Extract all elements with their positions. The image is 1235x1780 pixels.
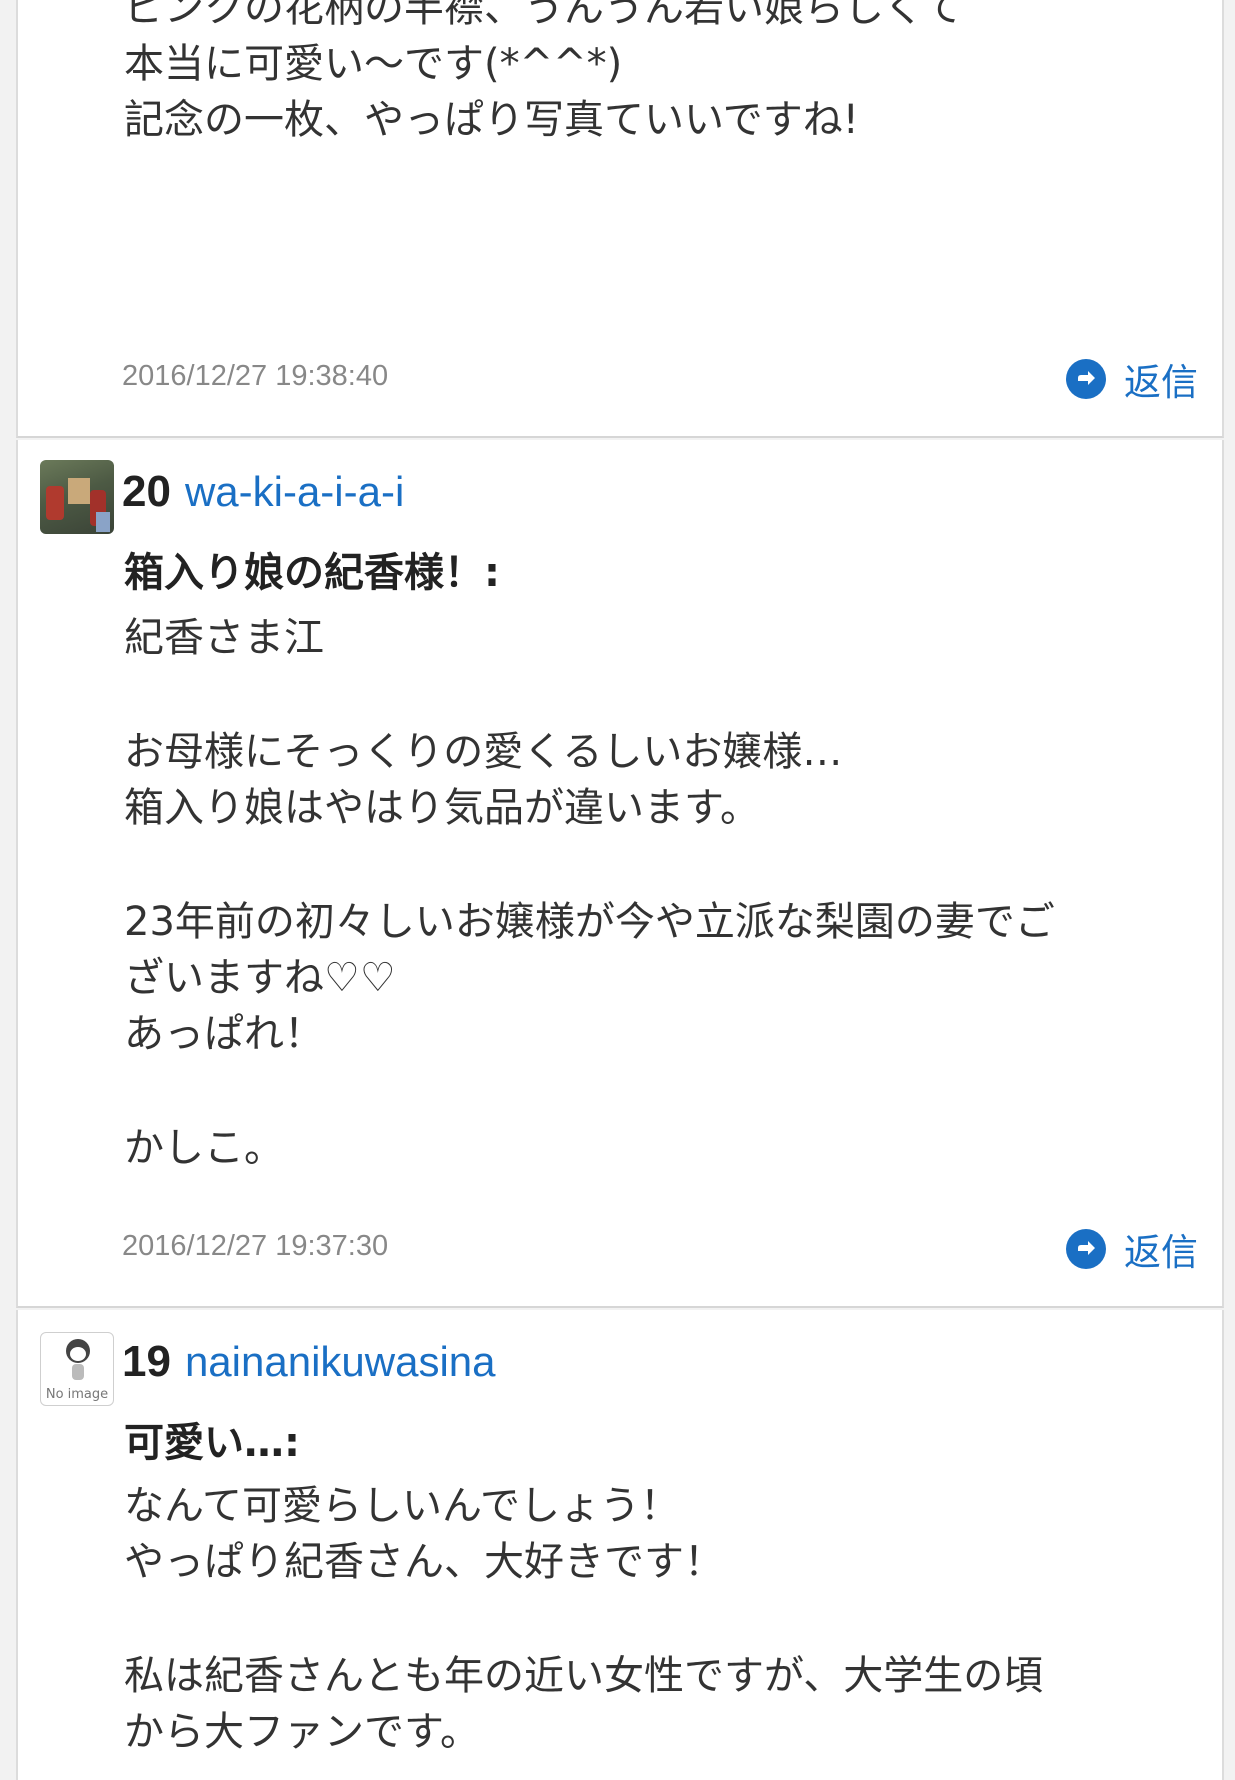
comment-timestamp: 2016/12/27 19:38:40 (122, 360, 389, 392)
comment-subject: 可愛い…: (124, 1420, 300, 1466)
comment-body-line: 箱入り娘はやはり気品が違います。 (124, 785, 760, 831)
reply-label: 返信 (1124, 361, 1198, 404)
comment-body-line: かしこ。 (124, 1125, 284, 1171)
comment-card: ピンクの花柄の半襟、うんうん若い娘らしくて 本当に可愛い〜です(*^^*) 記念… (16, 0, 1224, 438)
comment-card: No image 19 nainanikuwasina 可愛い…: なんて可愛ら… (16, 1310, 1224, 1780)
username-link[interactable]: wa-ki-a-i-a-i (185, 468, 404, 516)
comment-body-line: 私は紀香さんとも年の近い女性ですが、大学生の頃 (124, 1653, 1044, 1699)
comment-body-line: あっぱれ！ (124, 1011, 324, 1057)
comment-body-line: 記念の一枚、やっぱり写真ていいですね! (124, 97, 859, 143)
arrow-circle-right-icon (1066, 1229, 1106, 1269)
comment-body-line: お母様にそっくりの愛くるしいお嬢様… (124, 729, 843, 775)
no-image-caption: No image (45, 1387, 109, 1402)
user-avatar[interactable]: No image (40, 1332, 114, 1406)
comment-body-line: ピンクの花柄の半襟、うんうん若い娘らしくて (124, 0, 963, 31)
comment-body-line: 紀香さま江 (124, 615, 324, 661)
reply-button[interactable]: 返信 (1066, 352, 1198, 406)
comment-body-line: から大ファンです。 (124, 1709, 480, 1755)
comment-body-line: ざいますね♡♡ (124, 955, 396, 1001)
comment-timestamp: 2016/12/27 19:37:30 (122, 1230, 389, 1262)
comment-number: 19 (122, 1337, 171, 1386)
arrow-circle-right-icon (1066, 359, 1106, 399)
reply-label: 返信 (1124, 1231, 1198, 1274)
comment-card: 20 wa-ki-a-i-a-i 箱入り娘の紀香様！: 紀香さま江 お母様にそっ… (16, 440, 1224, 1308)
comment-subject: 箱入り娘の紀香様！: (124, 550, 500, 596)
comment-body-line: 23年前の初々しいお嬢様が今や立派な梨園の妻でご (124, 899, 1055, 945)
username-link[interactable]: nainanikuwasina (185, 1338, 496, 1386)
comment-body-line: なんて可愛らしいんでしょう！ (124, 1483, 680, 1529)
comment-header: 19 nainanikuwasina (122, 1332, 496, 1392)
user-avatar[interactable] (40, 460, 114, 534)
comment-body-line: 本当に可愛い〜です(*^^*) (124, 41, 623, 87)
reply-button[interactable]: 返信 (1066, 1222, 1198, 1276)
comment-number: 20 (122, 467, 171, 516)
comment-header: 20 wa-ki-a-i-a-i (122, 462, 404, 522)
comment-body-line: やっぱり紀香さん、大好きです！ (124, 1539, 724, 1585)
